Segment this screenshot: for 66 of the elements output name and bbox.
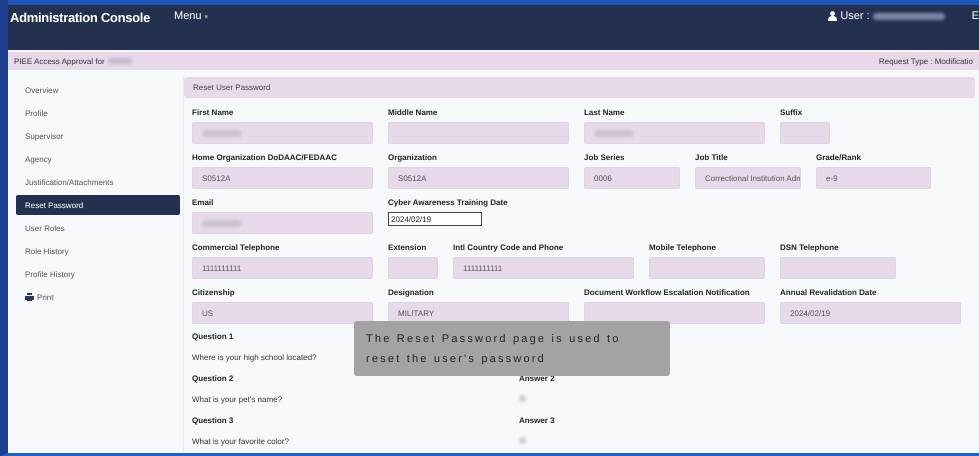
sidebar-item[interactable]: Reset Password — [16, 195, 180, 215]
input-field[interactable]: S0512A — [192, 167, 373, 189]
field-label: Designation — [388, 288, 435, 297]
sidebar-item[interactable]: Justification/Attachments — [16, 172, 180, 192]
panel-title: Reset User Password — [184, 77, 975, 98]
input-field[interactable]: 1111111111 — [453, 257, 634, 279]
field-label: Extension — [388, 243, 428, 252]
input-field[interactable] — [584, 122, 765, 144]
sidebar-item[interactable]: User Roles — [16, 218, 180, 238]
question-text: What is your favorite color? — [192, 437, 289, 446]
input-field[interactable] — [584, 302, 765, 324]
field-label: Commercial Telephone — [192, 243, 280, 252]
field-label: Suffix — [780, 108, 804, 117]
question-label: Question 3 — [192, 416, 234, 425]
input-field[interactable] — [780, 257, 896, 279]
field-label: Intl Country Code and Phone — [453, 243, 564, 252]
question-text: Where is your high school located? — [192, 353, 317, 362]
field-label: Email — [192, 198, 214, 207]
field-label: Annual Revalidation Date — [780, 288, 878, 297]
input-field[interactable]: e-9 — [816, 167, 931, 189]
sidebar-item[interactable]: Profile History — [16, 264, 180, 284]
field-label: Job Title — [695, 153, 729, 162]
app-title: Administration Console — [10, 10, 150, 25]
field-label: Middle Name — [388, 108, 438, 117]
field-label: Mobile Telephone — [649, 243, 717, 252]
input-field[interactable]: Correctional Institution Adn — [695, 167, 801, 189]
printer-icon — [25, 293, 34, 301]
redacted-mark — [108, 58, 132, 64]
sidebar-item[interactable]: Profile — [16, 103, 180, 123]
input-field[interactable]: S0512A — [388, 167, 569, 189]
field-label: Job Series — [584, 153, 626, 162]
sidebar-item[interactable]: Role History — [16, 241, 180, 261]
input-field[interactable]: 1111111111 — [192, 257, 373, 279]
field-label: Organization — [388, 153, 438, 162]
field-label: DSN Telephone — [780, 243, 840, 252]
request-title: PIEE Access Approval for — [14, 56, 105, 66]
header-text: E — [972, 10, 979, 22]
date-field[interactable]: 2024/02/19 — [388, 212, 482, 226]
field-label: Last Name — [584, 108, 626, 117]
input-field[interactable] — [192, 212, 373, 234]
input-field[interactable]: 2024/02/19 — [780, 302, 961, 324]
field-label: First Name — [192, 108, 234, 117]
question-text: What is your pet's name? — [192, 395, 282, 404]
user-icon — [828, 11, 838, 21]
field-label: Grade/Rank — [816, 153, 862, 162]
input-field[interactable] — [388, 122, 569, 144]
tooltip: The Reset Password page is used to reset the user's password — [354, 321, 670, 376]
input-field[interactable] — [780, 122, 830, 144]
sidebar-item[interactable]: Supervisor — [16, 126, 180, 146]
input-field[interactable] — [388, 257, 438, 279]
user-label: User : — [840, 10, 870, 22]
answer-label: Answer 3 — [519, 416, 555, 425]
field-label: Cyber Awareness Training Date — [388, 198, 508, 207]
input-field[interactable] — [192, 122, 373, 144]
field-label: Home Organization DoDAAC/FEDAAC — [192, 153, 338, 162]
question-label: Question 2 — [192, 374, 234, 383]
input-field[interactable]: US — [192, 302, 373, 324]
input-field[interactable] — [649, 257, 765, 279]
sidebar-item[interactable]: Agency — [16, 149, 180, 169]
sidebar-item[interactable]: Overview — [16, 80, 180, 100]
field-label: Document Workflow Escalation Notification — [584, 288, 751, 297]
input-field[interactable]: 0006 — [584, 167, 680, 189]
request-type: Request Type : Modificatio — [878, 56, 973, 66]
question-label: Question 1 — [192, 332, 234, 341]
sidebar-item[interactable]: Print — [16, 287, 180, 307]
field-label: Citizenship — [192, 288, 236, 297]
